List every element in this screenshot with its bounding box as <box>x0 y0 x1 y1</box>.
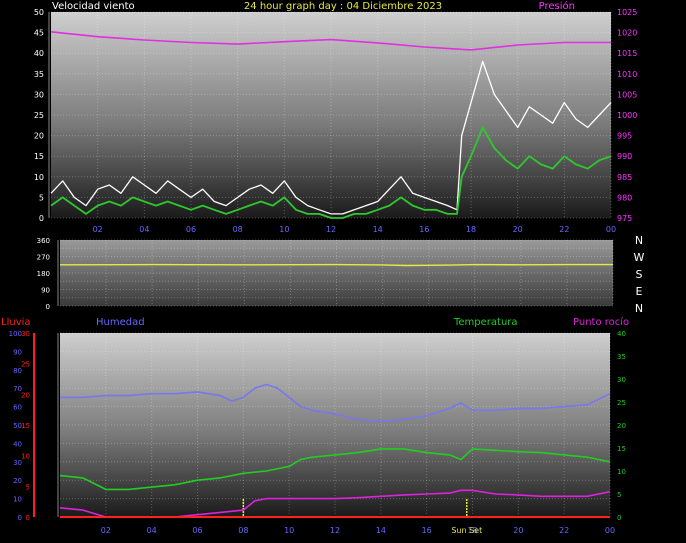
y-tick-label: 990 <box>617 152 632 161</box>
x-tick-label: 22 <box>559 526 569 535</box>
x-tick-label: 02 <box>101 526 111 535</box>
compass-label: S <box>636 268 643 281</box>
y-tick-label: 35 <box>617 353 626 361</box>
y-tick-label: 995 <box>617 132 632 141</box>
x-tick-label: 10 <box>279 225 289 234</box>
compass-label: W <box>634 251 645 264</box>
y-tick-label: 360 <box>37 237 50 245</box>
x-tick-label: 12 <box>326 225 336 234</box>
y-tick-label: 45 <box>34 29 44 38</box>
y-tick-label: 980 <box>617 193 632 202</box>
y-tick-label: 10 <box>13 496 22 504</box>
y-tick-label: 975 <box>617 214 632 223</box>
temperature-label: Temperatura <box>453 317 518 328</box>
y-tick-label: 100 <box>9 330 22 338</box>
y-tick-label: 60 <box>13 404 22 412</box>
x-tick-label: 06 <box>186 225 196 234</box>
x-tick-label: 02 <box>93 225 103 234</box>
y-tick-label: 20 <box>34 132 44 141</box>
y-tick-label: 1010 <box>617 70 637 79</box>
y-tick-label: 270 <box>37 254 50 262</box>
x-tick-label: 08 <box>238 526 248 535</box>
compass-label: N <box>635 234 643 247</box>
wind-speed-label: Velocidad viento <box>52 1 135 12</box>
x-tick-label: 06 <box>192 526 202 535</box>
x-tick-label: 18 <box>466 225 476 234</box>
y-tick-label: 5 <box>39 193 44 202</box>
y-tick-label: 30 <box>34 90 44 99</box>
y-tick-label: 1025 <box>617 8 637 17</box>
y-tick-label: 90 <box>41 287 50 295</box>
y-tick-label: 15 <box>34 152 44 161</box>
x-tick-label: 16 <box>422 526 432 535</box>
x-tick-label: 00 <box>606 225 616 234</box>
x-tick-label: 12 <box>330 526 340 535</box>
compass-label: N <box>635 302 643 315</box>
x-tick-label: 20 <box>513 225 523 234</box>
y-tick-label: 0 <box>39 214 44 223</box>
y-tick-label: 10 <box>617 468 626 476</box>
y-tick-label: 5 <box>617 491 621 499</box>
y-tick-label: 35 <box>34 70 44 79</box>
rain-label: Lluvia <box>1 317 31 328</box>
compass-label: E <box>636 285 643 298</box>
y-tick-label: 0 <box>18 514 22 522</box>
y-tick-label: 25 <box>21 361 30 369</box>
x-tick-label: 00 <box>605 526 615 535</box>
humidity-label: Humedad <box>96 317 145 328</box>
y-tick-label: 15 <box>617 445 626 453</box>
y-tick-label: 20 <box>21 391 30 399</box>
y-tick-label: 25 <box>34 111 44 120</box>
y-tick-label: 985 <box>617 173 632 182</box>
y-tick-label: 40 <box>617 330 626 338</box>
x-tick-label: 22 <box>559 225 569 234</box>
y-tick-label: 30 <box>617 376 626 384</box>
x-tick-label: 16 <box>419 225 429 234</box>
x-tick-label: 04 <box>139 225 149 234</box>
y-tick-label: 10 <box>21 453 30 461</box>
y-tick-label: 10 <box>34 173 44 182</box>
y-tick-label: 1020 <box>617 29 637 38</box>
x-tick-label: 04 <box>147 526 157 535</box>
sun-set-label: Sun Set <box>451 526 482 535</box>
y-tick-label: 180 <box>37 270 50 278</box>
y-tick-label: 40 <box>34 49 44 58</box>
x-tick-label: 08 <box>233 225 243 234</box>
graph-title: 24 hour graph day : 04 Diciembre 2023 <box>244 1 442 12</box>
pressure-label: Presión <box>539 0 575 12</box>
y-tick-label: 25 <box>617 399 626 407</box>
y-tick-label: 0 <box>46 303 50 311</box>
y-tick-label: 15 <box>21 422 30 430</box>
y-tick-label: 0 <box>26 514 30 522</box>
x-tick-label: 20 <box>513 526 523 535</box>
x-tick-label: 10 <box>284 526 294 535</box>
y-tick-label: 5 <box>26 483 30 491</box>
x-tick-label: 14 <box>376 526 386 535</box>
weather-graph: 0510152025303540455097598098599099510001… <box>1 0 645 535</box>
y-tick-label: 1000 <box>617 111 637 120</box>
y-tick-label: 20 <box>13 477 22 485</box>
y-tick-label: 90 <box>13 348 22 356</box>
y-tick-label: 0 <box>617 514 621 522</box>
x-tick-label: 14 <box>373 225 383 234</box>
y-tick-label: 50 <box>34 8 44 17</box>
y-tick-label: 30 <box>21 330 30 338</box>
y-tick-label: 1015 <box>617 49 637 58</box>
dewpoint-label: Punto rocío <box>573 316 629 328</box>
y-tick-label: 1005 <box>617 90 637 99</box>
y-tick-label: 40 <box>13 440 22 448</box>
y-tick-label: 20 <box>617 422 626 430</box>
